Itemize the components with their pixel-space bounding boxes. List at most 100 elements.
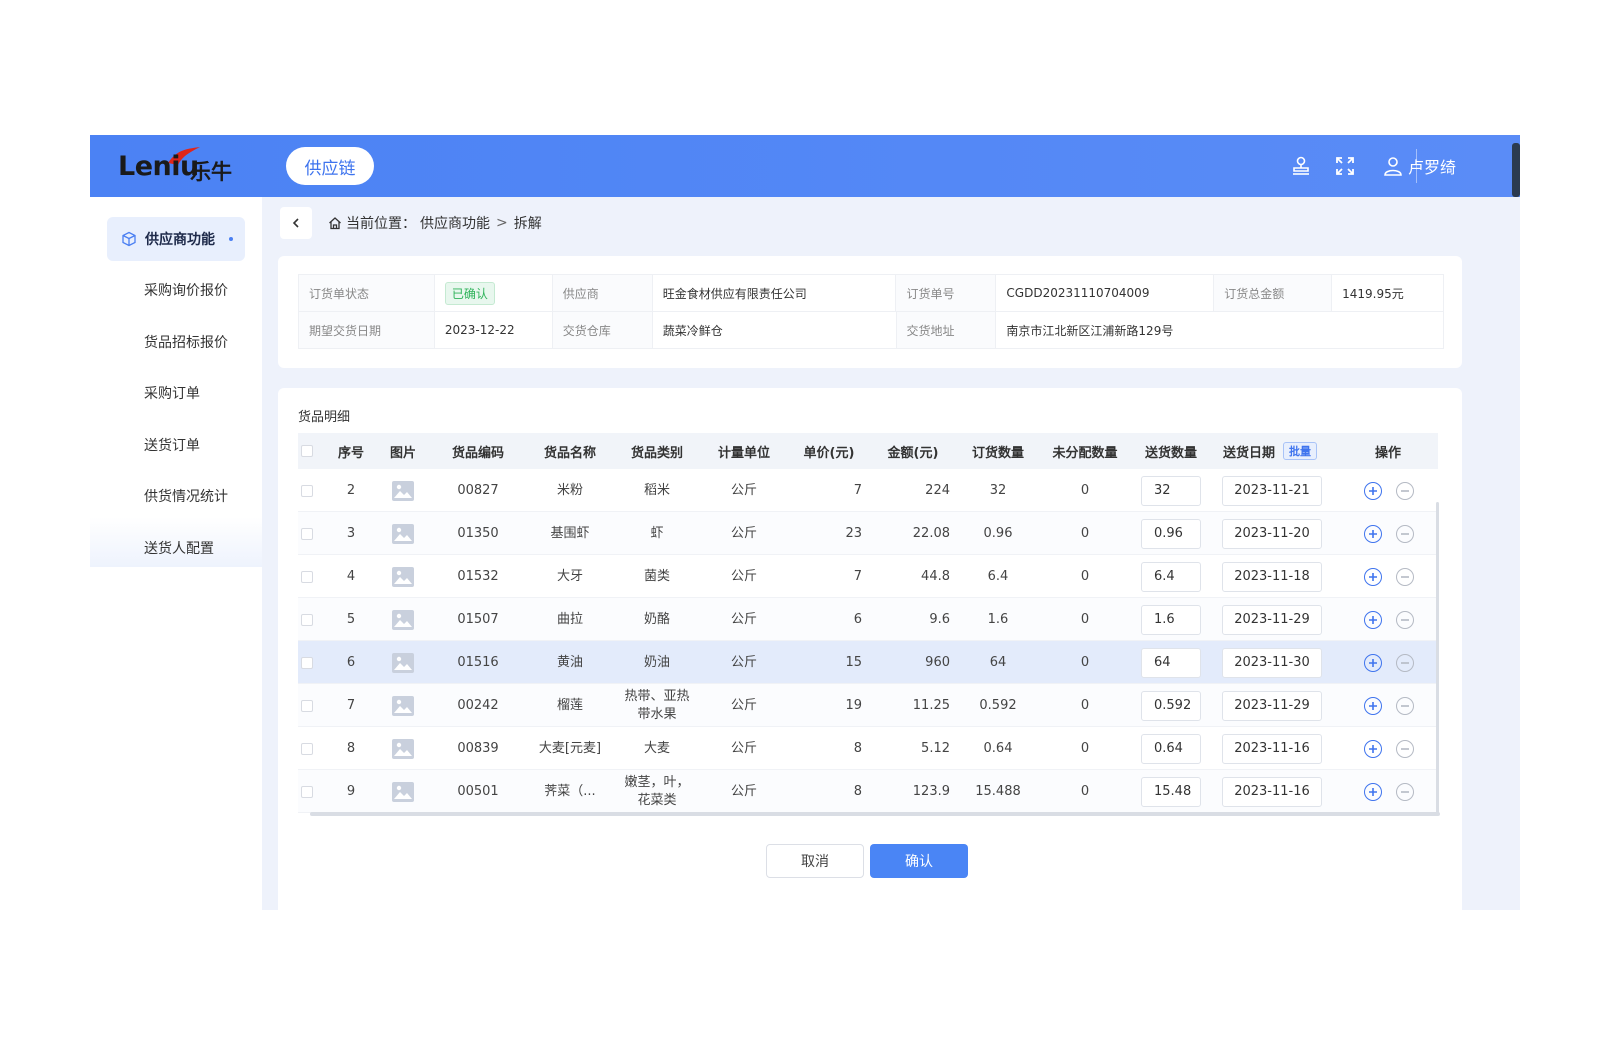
cancel-button[interactable]: 取消 (766, 844, 864, 878)
cell-unit: 公斤 (730, 697, 757, 713)
deliver-qty-input[interactable]: 0.592 (1141, 690, 1201, 721)
add-row-icon[interactable] (1364, 739, 1382, 758)
deliver-qty-input[interactable]: 1.6 (1141, 604, 1201, 635)
sidebar-item-inquiry[interactable]: 采购询价报价 (107, 268, 245, 312)
add-row-icon[interactable] (1364, 567, 1382, 586)
deliver-qty-input[interactable]: 15.48 (1141, 776, 1201, 807)
image-placeholder-icon[interactable] (392, 566, 414, 587)
remove-row-icon[interactable] (1396, 653, 1414, 672)
cell-qty: 15.488 (975, 783, 1021, 799)
cell-amount: 44.8 (921, 568, 950, 584)
image-placeholder-icon[interactable] (392, 695, 414, 716)
table-row[interactable]: 5 01507 曲拉 奶酪 公斤 6 9.6 1.6 0 1.6 2023-11-29 (298, 598, 1438, 641)
deliver-date-picker[interactable]: 2023-11-29 (1222, 690, 1322, 721)
cell-deliver-date: 2023-11-29 (1220, 684, 1324, 727)
table-vertical-scrollbar[interactable] (1436, 502, 1439, 814)
deliver-date-picker[interactable]: 2023-11-30 (1222, 647, 1322, 678)
table-row[interactable]: 6 01516 黄油 奶油 公斤 15 960 64 0 64 2023-11-30 (298, 641, 1438, 684)
table-row[interactable]: 7 00242 榴莲 热带、亚热带水果 公斤 19 11.25 0.592 0 0.592 2023… (298, 684, 1438, 727)
cell-qty: 0.592 (979, 697, 1017, 713)
fullscreen-icon[interactable] (1332, 153, 1358, 179)
cell-unassigned: 0 (1080, 654, 1090, 670)
cell-no: 9 (346, 783, 356, 799)
col-category: 货品类别 (630, 445, 683, 461)
remove-row-icon[interactable] (1396, 739, 1414, 758)
remove-row-icon[interactable] (1396, 524, 1414, 543)
sidebar-item-delivery-order[interactable]: 送货订单 (107, 423, 245, 467)
image-placeholder-icon[interactable] (392, 738, 414, 759)
image-placeholder-icon[interactable] (392, 523, 414, 544)
row-checkbox[interactable] (301, 527, 313, 540)
add-row-icon[interactable] (1364, 696, 1382, 715)
sidebar-item-label: 采购询价报价 (144, 283, 228, 299)
cell-unassigned: 0 (1080, 611, 1090, 627)
row-checkbox[interactable] (301, 613, 313, 626)
remove-row-icon[interactable] (1396, 610, 1414, 629)
stamp-icon[interactable] (1288, 153, 1314, 179)
table-row[interactable]: 8 00839 大麦[元麦] 大麦 公斤 8 5.12 0.64 0 0.64 2023-11-16 (298, 727, 1438, 770)
table-row[interactable]: 4 01532 大牙 菌类 公斤 7 44.8 6.4 0 6.4 2023-11-18 (298, 555, 1438, 598)
sidebar-item-courier-config[interactable]: 送货人配置 (107, 526, 245, 570)
sidebar-item-tender[interactable]: 货品招标报价 (107, 320, 245, 364)
cell-no: 8 (346, 740, 356, 756)
info-row-2: 期望交货日期 2023-12-22 交货仓库 蔬菜冷鲜仓 交货地址 南京市江北新… (299, 312, 1445, 349)
image-placeholder-icon[interactable] (392, 781, 414, 802)
deliver-qty-input[interactable]: 32 (1141, 475, 1201, 506)
cell-unit: 公斤 (730, 525, 757, 541)
table-row[interactable]: 2 00827 米粉 稻米 公斤 7 224 32 0 32 2023-11-21 (298, 469, 1438, 512)
deliver-date-picker[interactable]: 2023-11-21 (1222, 475, 1322, 506)
add-row-icon[interactable] (1364, 782, 1382, 801)
table-row[interactable]: 3 01350 基围虾 虾 公斤 23 22.08 0.96 0 0.96 2023-11-20 (298, 512, 1438, 555)
select-all-checkbox[interactable] (301, 445, 313, 457)
row-checkbox[interactable] (301, 699, 313, 712)
table-row[interactable]: 9 00501 荠菜（... 嫩茎，叶，花菜类 公斤 8 123.9 15.488 0 15.48… (298, 770, 1438, 813)
back-button[interactable] (280, 207, 312, 239)
col-unit: 计量单位 (717, 445, 770, 461)
cell-price: 8 (853, 740, 862, 756)
chevron-left-icon (292, 218, 299, 228)
deliver-qty-input[interactable]: 0.64 (1141, 733, 1201, 764)
window-scrollbar[interactable] (1512, 143, 1520, 197)
sidebar-item-purchase-order[interactable]: 采购订单 (107, 371, 245, 415)
deliver-qty-input[interactable]: 0.96 (1141, 518, 1201, 549)
cell-code: 01516 (457, 654, 499, 670)
table-header: 序号 图片 货品编码 货品名称 货品类别 计量单位 单价(元) 金额(元) 订货… (298, 433, 1438, 469)
row-checkbox[interactable] (301, 484, 313, 497)
brand-logo[interactable]: Leniu 乐牛 (118, 145, 248, 189)
row-checkbox[interactable] (301, 570, 313, 583)
image-placeholder-icon[interactable] (392, 652, 414, 673)
image-placeholder-icon[interactable] (392, 480, 414, 501)
deliver-qty-input[interactable]: 64 (1141, 647, 1201, 678)
deliver-date-picker[interactable]: 2023-11-18 (1222, 561, 1322, 592)
row-checkbox[interactable] (301, 656, 313, 669)
add-row-icon[interactable] (1364, 524, 1382, 543)
cell-actions (1354, 641, 1424, 684)
row-checkbox[interactable] (301, 785, 313, 798)
row-checkbox[interactable] (301, 742, 313, 755)
breadcrumb-parent[interactable]: 供应商功能 (420, 213, 490, 233)
deliver-date-picker[interactable]: 2023-11-16 (1222, 776, 1322, 807)
batch-button[interactable]: 批量 (1283, 442, 1317, 460)
add-row-icon[interactable] (1364, 610, 1382, 629)
module-switch-button[interactable]: 供应链 (286, 147, 374, 185)
sidebar-item-supplier-functions[interactable]: 供应商功能 (107, 217, 245, 261)
sidebar-item-supply-stats[interactable]: 供货情况统计 (107, 474, 245, 518)
add-row-icon[interactable] (1364, 653, 1382, 672)
table-horizontal-scrollbar[interactable] (310, 812, 1440, 816)
breadcrumb-current: 拆解 (513, 216, 542, 232)
remove-row-icon[interactable] (1396, 782, 1414, 801)
remove-row-icon[interactable] (1396, 567, 1414, 586)
deliver-date-picker[interactable]: 2023-11-29 (1222, 604, 1322, 635)
remove-row-icon[interactable] (1396, 696, 1414, 715)
deliver-qty-input[interactable]: 6.4 (1141, 561, 1201, 592)
confirm-button[interactable]: 确认 (870, 844, 968, 878)
col-no: 序号 (337, 445, 364, 461)
remove-row-icon[interactable] (1396, 481, 1414, 500)
deliver-date-picker[interactable]: 2023-11-16 (1222, 733, 1322, 764)
image-placeholder-icon[interactable] (392, 609, 414, 630)
deliver-date-picker[interactable]: 2023-11-20 (1222, 518, 1322, 549)
cell-image (378, 770, 428, 813)
add-row-icon[interactable] (1364, 481, 1382, 500)
breadcrumb-separator: > (496, 215, 508, 231)
user-menu[interactable]: 卢罗绮 (1382, 152, 1456, 180)
